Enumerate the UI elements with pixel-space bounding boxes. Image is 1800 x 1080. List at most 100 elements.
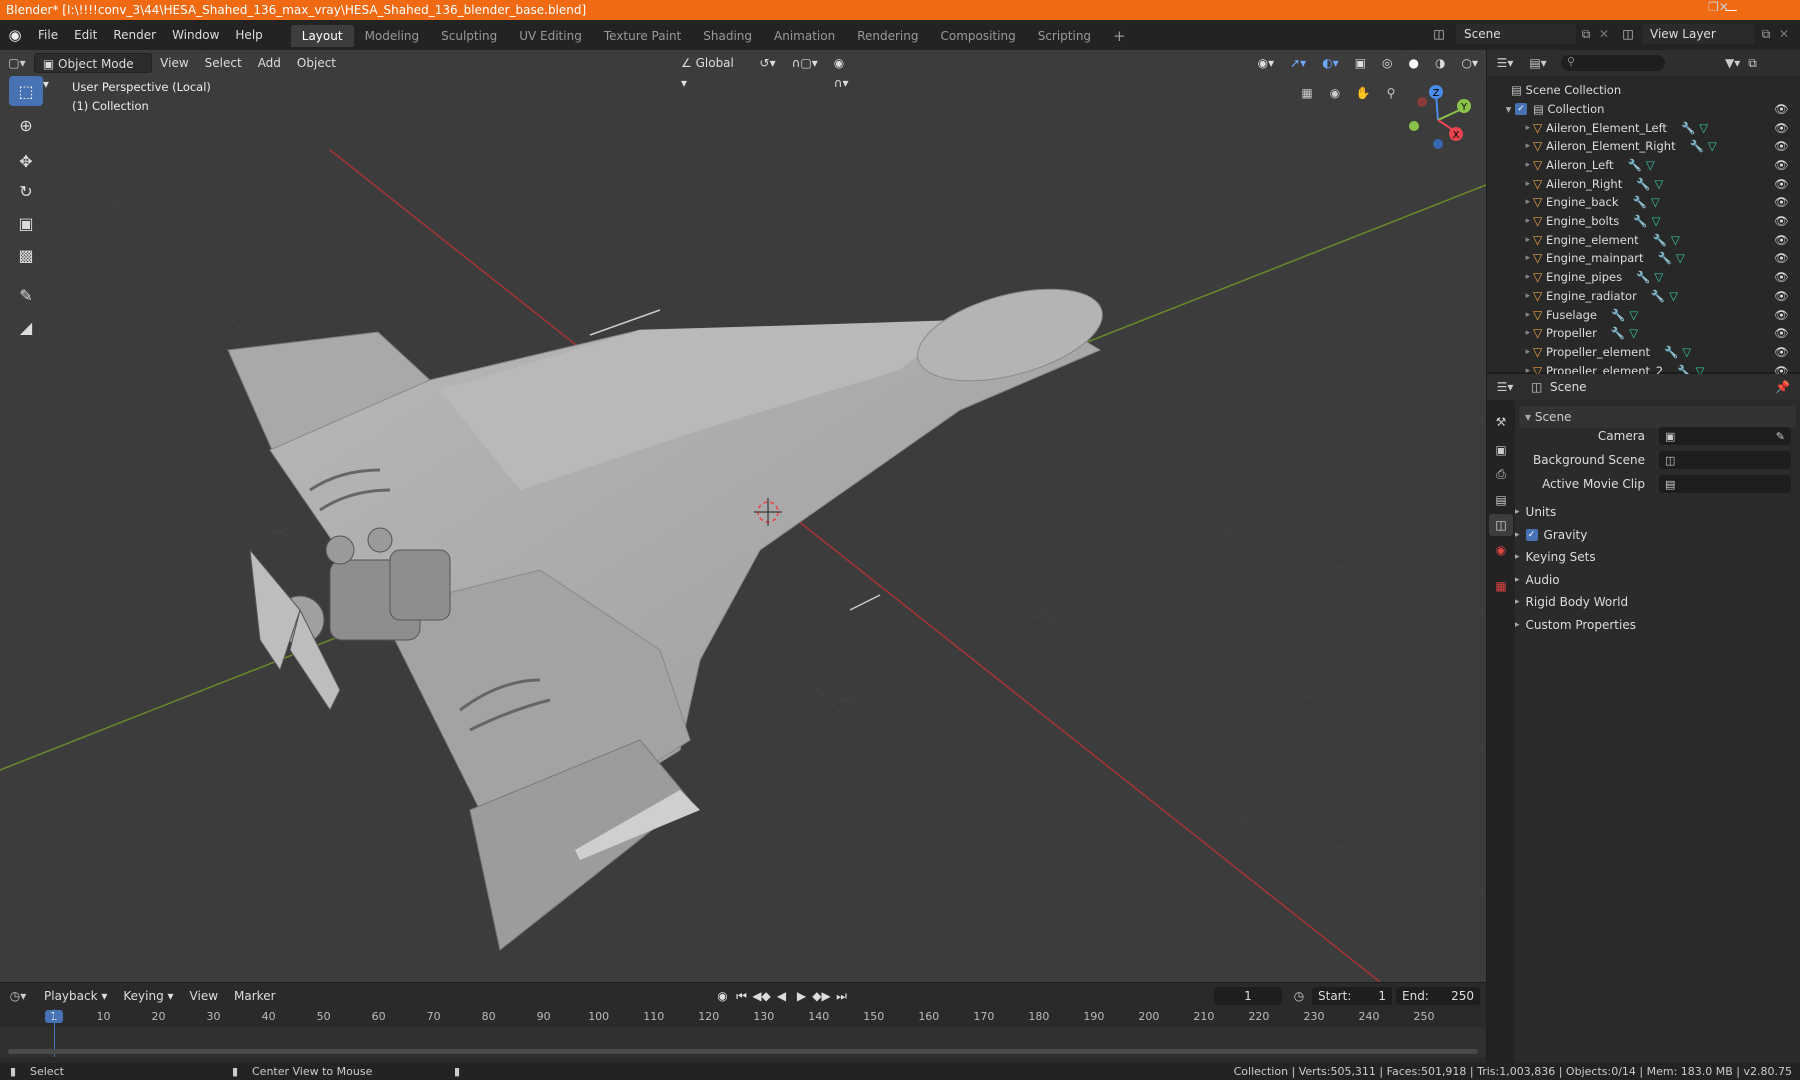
properties-section[interactable]: ▸ Custom Properties [1515,615,1785,635]
camera-field[interactable]: ▣ ✎ [1659,427,1791,445]
expand-item-icon[interactable]: ▸ [1487,123,1533,133]
rendered-shading-icon[interactable]: ○▾ [1453,53,1486,73]
visibility-eye-icon[interactable]: 👁 [1774,308,1789,322]
tab-scripting[interactable]: Scripting [1027,25,1102,47]
jump-end-icon[interactable]: ⏭ [832,989,852,1004]
start-frame-field[interactable]: Start: 1 [1312,987,1392,1005]
expand-item-icon[interactable]: ▸ [1487,347,1533,357]
tab-shading[interactable]: Shading [692,25,763,47]
mode-selector[interactable]: ▣ Object Mode ▾ [33,53,153,91]
visibility-eye-icon[interactable]: 👁 [1774,251,1789,265]
modifier-icon[interactable]: 🔧 [1681,121,1695,135]
modifier-icon[interactable]: 🔧 [1658,251,1672,265]
navigation-gizmo[interactable]: Z Y X [1400,80,1480,160]
cursor-tool[interactable]: ⊕ [9,110,43,140]
outliner-item[interactable]: ▸ ▽ Propeller_element 🔧 ▽ 👁 [1487,342,1800,361]
add-workspace-icon[interactable]: + [1102,25,1137,47]
new-view-layer-icon[interactable]: ⧉ [1756,25,1776,43]
expand-item-icon[interactable]: ▸ [1487,141,1533,151]
modifier-icon[interactable]: 🔧 [1636,270,1650,284]
blender-logo-icon[interactable]: ◉ [0,26,30,44]
visibility-icon[interactable]: ◉▾ [1250,53,1283,73]
modifier-icon[interactable]: 🔧 [1651,289,1665,303]
render-tab-icon[interactable]: ▣ [1491,440,1511,460]
visibility-eye-icon[interactable]: 👁 [1774,139,1789,153]
outliner-search-input[interactable]: ⚲ [1561,55,1665,71]
view-layer-field[interactable]: View Layer [1642,24,1754,44]
properties-section[interactable]: ▸ ✓ Gravity [1515,525,1785,545]
timeline-view-menu[interactable]: View [182,986,226,1006]
expand-item-icon[interactable]: ▸ [1487,272,1533,282]
menu-file[interactable]: File [30,20,66,50]
menu-render[interactable]: Render [105,20,164,50]
delete-view-layer-icon[interactable]: ✕ [1776,25,1792,43]
modifier-icon[interactable]: 🔧 [1628,158,1642,172]
select-box-tool[interactable]: ⬚ [9,76,43,106]
expand-item-icon[interactable]: ▸ [1487,235,1533,245]
mesh-data-icon[interactable]: ▽ [1655,177,1664,191]
visibility-eye-icon[interactable]: 👁 [1774,326,1789,340]
collection-checkbox[interactable]: ✓ [1515,102,1527,115]
snap-icon[interactable]: ∩▢▾ [784,53,826,73]
visibility-eye-icon[interactable]: 👁 [1774,345,1789,359]
modifier-icon[interactable]: 🔧 [1664,345,1678,359]
world-tab-icon[interactable]: ◉ [1491,540,1511,560]
outliner-item[interactable]: ▸ ▽ Aileron_Element_Left 🔧 ▽ 👁 [1487,118,1800,137]
modifier-icon[interactable]: 🔧 [1611,308,1625,322]
play-icon[interactable]: ▶ [792,989,812,1003]
view-layer-icon[interactable]: ◫ [1616,25,1640,43]
menu-window[interactable]: Window [164,20,227,50]
expand-item-icon[interactable]: ▸ [1487,179,1533,189]
expand-item-icon[interactable]: ▸ [1487,291,1533,301]
outliner-item[interactable]: ▸ ▽ Aileron_Element_Right 🔧 ▽ 👁 [1487,137,1800,156]
properties-section[interactable]: ▸ Keying Sets [1515,547,1785,567]
modifier-icon[interactable]: 🔧 [1633,195,1647,209]
texture-tab-icon[interactable]: ▦ [1491,576,1511,596]
object-menu[interactable]: Object [289,53,344,73]
3d-viewport[interactable]: ▢▾ ▣ Object Mode ▾ View Select Add Objec… [0,50,1486,982]
grid-view-icon[interactable]: ▦ [1294,80,1320,106]
timeline-area[interactable]: 1102030405060708090100110120130140150160… [0,1009,1486,1057]
move-tool[interactable]: ✥ [9,146,43,176]
outliner-item[interactable]: ▸ ▽ Fuselage 🔧 ▽ 👁 [1487,305,1800,324]
properties-editor-type-icon[interactable]: ☰▾ [1487,380,1523,394]
scene-collection-row[interactable]: ▤ Scene Collection [1487,80,1800,99]
mesh-data-icon[interactable]: ▽ [1629,326,1638,340]
proportional-edit-icon[interactable]: ◉ ∩▾ [826,53,871,90]
add-menu[interactable]: Add [250,53,289,73]
jump-start-icon[interactable]: ⏮ [732,989,752,1004]
scale-tool[interactable]: ▣ [9,208,43,238]
visibility-eye-icon[interactable]: 👁 [1774,214,1789,228]
view-menu[interactable]: View [152,53,196,73]
editor-type-icon[interactable]: ▢▾ [0,56,34,70]
maximize-icon[interactable]: ❐ [1708,0,1719,20]
mesh-data-icon[interactable]: ▽ [1646,158,1655,172]
close-window-icon[interactable]: ✕ [1719,0,1729,20]
visibility-eye-icon[interactable]: 👁 [1774,121,1789,135]
solid-shading-icon[interactable]: ● [1401,53,1427,73]
mesh-data-icon[interactable]: ▽ [1676,251,1685,265]
eyedropper-icon[interactable]: ✎ [1776,430,1785,443]
next-keyframe-icon[interactable]: ◆▶ [812,989,832,1003]
measure-tool[interactable]: ◢ [9,312,43,342]
scene-selector-icon[interactable]: ◫ [1428,25,1450,43]
modifier-icon[interactable]: 🔧 [1611,326,1625,340]
delete-scene-icon[interactable]: ✕ [1596,25,1612,43]
visibility-eye-icon[interactable]: 👁 [1774,270,1789,284]
active-movie-clip-field[interactable]: ▤ [1659,475,1791,493]
outliner-item[interactable]: ▸ ▽ Engine_back 🔧 ▽ 👁 [1487,193,1800,212]
marker-menu[interactable]: Marker [226,986,283,1006]
outliner-item[interactable]: ▸ ▽ Aileron_Left 🔧 ▽ 👁 [1487,155,1800,174]
tab-rendering[interactable]: Rendering [846,25,929,47]
tab-uv-editing[interactable]: UV Editing [508,25,593,47]
view-layer-tab-icon[interactable]: ▤ [1491,490,1511,510]
scene-name-field[interactable]: Scene [1456,24,1576,44]
material-shading-icon[interactable]: ◑ [1427,53,1453,73]
expand-item-icon[interactable]: ▸ [1487,160,1533,170]
playback-menu[interactable]: Playback ▾ [36,986,115,1006]
timeline-editor-type-icon[interactable]: ◷▾ [0,989,36,1003]
mesh-data-icon[interactable]: ▽ [1671,233,1680,247]
expand-item-icon[interactable]: ▸ [1487,328,1533,338]
expand-item-icon[interactable]: ▸ [1487,216,1533,226]
outliner-item[interactable]: ▸ ▽ Engine_pipes 🔧 ▽ 👁 [1487,268,1800,287]
